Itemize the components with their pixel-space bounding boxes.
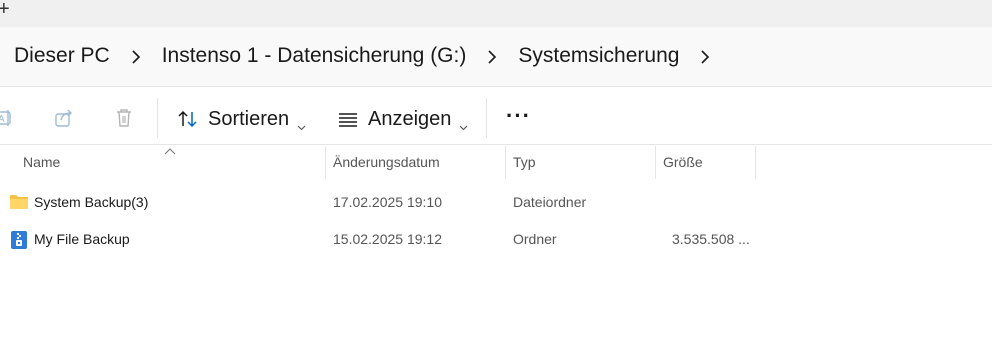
file-name: System Backup(3) xyxy=(34,194,149,210)
file-name: My File Backup xyxy=(34,231,130,247)
table-row[interactable]: My File Backup 15.02.2025 19:12 Ordner 3… xyxy=(0,221,992,257)
chevron-right-icon[interactable] xyxy=(487,49,497,64)
file-date: 15.02.2025 19:12 xyxy=(333,231,442,247)
more-options-button[interactable]: ··· xyxy=(506,103,531,129)
column-header-type-label: Typ xyxy=(513,154,536,170)
rename-icon[interactable]: A xyxy=(0,107,14,129)
chevron-right-icon[interactable] xyxy=(700,49,710,64)
column-header-type[interactable]: Typ xyxy=(506,146,656,179)
column-header-size-label: Größe xyxy=(663,154,703,170)
folder-icon xyxy=(9,193,29,211)
chevron-right-icon[interactable] xyxy=(131,49,141,64)
breadcrumb: Dieser PC Instenso 1 - Datensicherung (G… xyxy=(14,44,731,68)
column-header-date-label: Änderungsdatum xyxy=(333,154,440,170)
chevron-down-icon xyxy=(297,115,306,131)
sort-button[interactable]: Sortieren xyxy=(177,106,306,132)
file-type: Dateiordner xyxy=(513,194,587,210)
tab-bar: + xyxy=(0,0,992,27)
sort-label: Sortieren xyxy=(208,107,290,130)
toolbar-divider xyxy=(157,98,158,138)
file-type: Ordner xyxy=(513,231,557,247)
file-date: 17.02.2025 19:10 xyxy=(333,194,442,210)
file-size: 3.535.508 ... xyxy=(672,231,750,247)
view-list-icon xyxy=(337,108,359,130)
view-button[interactable]: Anzeigen xyxy=(337,106,468,132)
share-icon[interactable] xyxy=(53,107,75,129)
chevron-down-icon xyxy=(459,115,468,131)
new-tab-button[interactable]: + xyxy=(0,0,10,21)
column-header-size[interactable]: Größe xyxy=(656,146,756,179)
column-header-name[interactable]: Name xyxy=(16,146,326,179)
breadcrumb-item-this-pc[interactable]: Dieser PC xyxy=(14,44,110,68)
address-bar[interactable]: Dieser PC Instenso 1 - Datensicherung (G… xyxy=(0,27,992,87)
svg-text:A: A xyxy=(0,114,5,125)
command-bar: A Sortieren Anzeigen ··· xyxy=(0,88,992,145)
sort-icon xyxy=(177,108,199,130)
delete-icon[interactable] xyxy=(113,107,135,129)
breadcrumb-item-drive[interactable]: Instenso 1 - Datensicherung (G:) xyxy=(162,44,467,68)
column-header-row: Name Änderungsdatum Typ Größe xyxy=(0,146,992,179)
column-header-date[interactable]: Änderungsdatum xyxy=(326,146,506,179)
zip-archive-icon xyxy=(9,230,29,249)
column-header-name-label: Name xyxy=(23,154,61,170)
breadcrumb-item-systemsicherung[interactable]: Systemsicherung xyxy=(518,44,679,68)
table-row[interactable]: System Backup(3) 17.02.2025 19:10 Dateio… xyxy=(0,184,992,220)
toolbar-divider xyxy=(486,98,487,138)
view-label: Anzeigen xyxy=(368,107,452,130)
